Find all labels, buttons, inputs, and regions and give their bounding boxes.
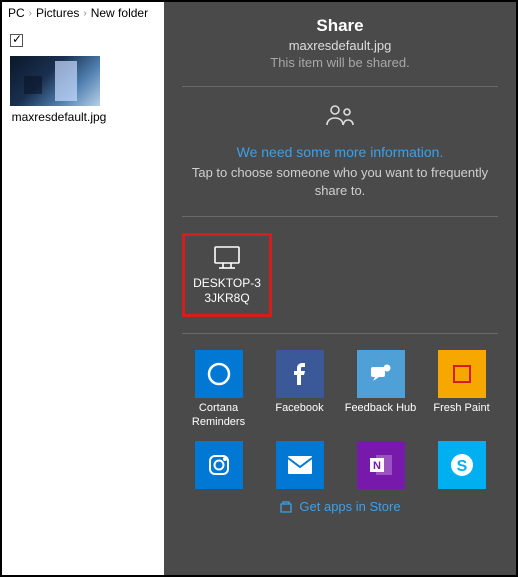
breadcrumb-seg[interactable]: New folder	[91, 6, 148, 20]
info-heading: We need some more information.	[182, 144, 498, 160]
share-panel: Share maxresdefault.jpg This item will b…	[164, 2, 516, 575]
freshpaint-icon	[438, 350, 486, 398]
nearby-device-tile[interactable]: DESKTOP-33JKR8Q	[182, 233, 272, 317]
svg-text:N: N	[373, 460, 381, 472]
mail-icon	[276, 441, 324, 489]
chevron-right-icon: ›	[83, 8, 86, 19]
share-subtitle: This item will be shared.	[182, 55, 498, 70]
feedback-icon	[357, 350, 405, 398]
app-mail[interactable]	[263, 441, 336, 489]
chevron-right-icon: ›	[29, 8, 32, 19]
cortana-icon	[195, 350, 243, 398]
breadcrumb-seg[interactable]: PC	[8, 6, 25, 20]
share-apps-grid: Cortana Reminders Facebook Feedback Hub …	[182, 350, 498, 488]
info-block[interactable]: We need some more information. Tap to ch…	[182, 103, 498, 200]
file-name-label: maxresdefault.jpg	[10, 110, 108, 126]
device-name: DESKTOP-33JKR8Q	[191, 276, 263, 306]
breadcrumb: PC › Pictures › New folder	[2, 2, 166, 24]
svg-text:S: S	[456, 458, 467, 475]
app-facebook[interactable]: Facebook	[263, 350, 336, 428]
get-apps-link[interactable]: Get apps in Store	[182, 499, 498, 514]
image-preview	[10, 56, 100, 106]
app-onenote[interactable]: N	[344, 441, 417, 489]
facebook-icon	[276, 350, 324, 398]
divider	[182, 333, 498, 334]
file-explorer-pane: PC › Pictures › New folder maxresdefault…	[2, 2, 166, 575]
breadcrumb-seg[interactable]: Pictures	[36, 6, 79, 20]
divider	[182, 86, 498, 87]
info-text: Tap to choose someone who you want to fr…	[182, 164, 498, 200]
divider	[182, 216, 498, 217]
share-filename: maxresdefault.jpg	[182, 38, 498, 53]
monitor-icon	[191, 244, 263, 272]
app-fresh-paint[interactable]: Fresh Paint	[425, 350, 498, 428]
onenote-icon: N	[357, 441, 405, 489]
app-instagram[interactable]	[182, 441, 255, 489]
skype-icon: S	[438, 441, 486, 489]
people-icon	[323, 103, 357, 129]
share-title: Share	[182, 16, 498, 36]
app-skype[interactable]: S	[425, 441, 498, 489]
store-icon	[279, 499, 293, 513]
file-checkbox-checked[interactable]	[10, 34, 23, 47]
file-thumbnail[interactable]: maxresdefault.jpg	[10, 34, 108, 126]
instagram-icon	[195, 441, 243, 489]
app-feedback-hub[interactable]: Feedback Hub	[344, 350, 417, 428]
app-cortana-reminders[interactable]: Cortana Reminders	[182, 350, 255, 428]
